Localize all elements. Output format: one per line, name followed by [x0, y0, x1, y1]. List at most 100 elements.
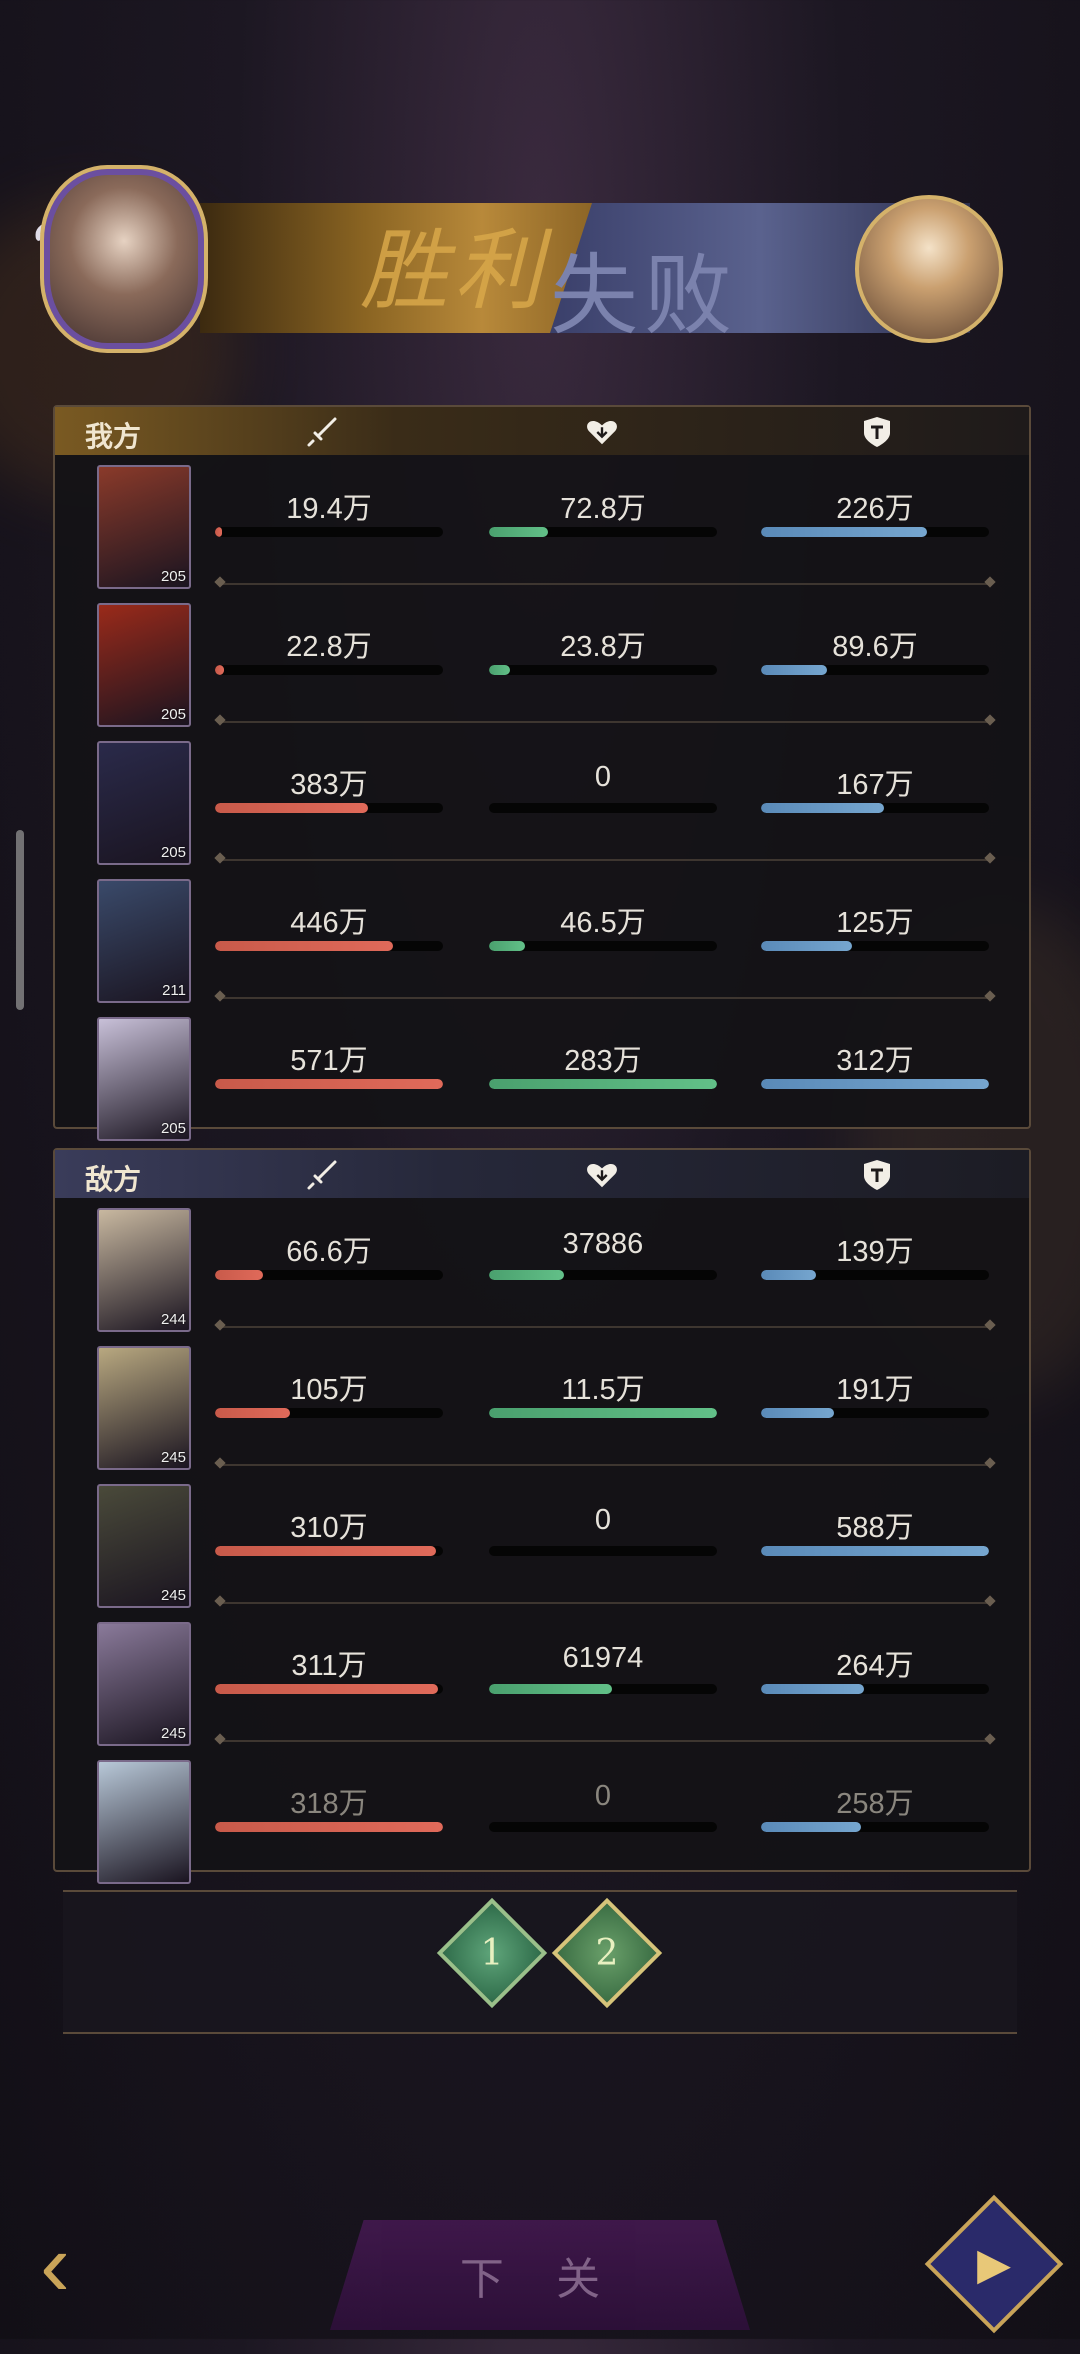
row-divider: [220, 997, 990, 999]
my-avatar[interactable]: [40, 165, 208, 353]
round-1-button[interactable]: 1: [436, 1897, 548, 2009]
attack-stat-bar-fill: [215, 1546, 437, 1556]
heal-stat-value: 0: [594, 1504, 612, 1536]
enemy-team-title: 敌方: [85, 1163, 142, 1196]
heal-stat-value: 0: [594, 761, 612, 793]
attack-stat-bar-fill: [215, 1270, 263, 1280]
attack-stat-bar: [215, 941, 443, 951]
row-divider: [220, 721, 990, 723]
heal-stat-bar-fill: [489, 527, 549, 537]
attack-stat-value: 66.6万: [286, 1236, 372, 1268]
attack-stat: 310万: [215, 1504, 443, 1556]
round-2-button[interactable]: 2: [551, 1897, 663, 2009]
attack-stat: 383万: [215, 761, 443, 813]
hero-portrait[interactable]: [97, 1760, 191, 1884]
defense-stat-bar-fill: [761, 1684, 864, 1694]
shield-icon: [860, 1158, 894, 1192]
hero-portrait[interactable]: 245: [97, 1346, 191, 1470]
defense-stat-bar-fill: [761, 941, 853, 951]
victory-label: 胜利: [360, 219, 549, 322]
heal-stat-bar-fill: [489, 665, 510, 675]
defense-stat-bar: [761, 1079, 989, 1089]
defense-stat: 125万: [761, 899, 989, 951]
sword-icon: [305, 1158, 339, 1192]
hero-portrait[interactable]: 245: [97, 1484, 191, 1608]
heal-stat-bar-fill: [489, 1684, 613, 1694]
heal-stat-bar: [489, 665, 717, 675]
replay-button[interactable]: ▶: [924, 2194, 1064, 2334]
heal-stat-bar: [489, 1079, 717, 1089]
hero-portrait[interactable]: 244: [97, 1208, 191, 1332]
replay-icon: ▶: [977, 2239, 1011, 2289]
enemy-avatar[interactable]: [855, 195, 1003, 343]
attack-stat-bar-fill: [215, 1079, 443, 1089]
stat-row[interactable]: 318万 0 258万: [55, 1750, 1029, 1888]
attack-stat: 311万: [215, 1642, 443, 1694]
defense-stat: 139万: [761, 1228, 989, 1280]
stat-row[interactable]: 245 310万 0 588万: [55, 1474, 1029, 1612]
stat-row[interactable]: 245 311万 61974 264万: [55, 1612, 1029, 1750]
defense-stat: 191万: [761, 1366, 989, 1418]
hero-portrait[interactable]: 205: [97, 465, 191, 589]
heal-stat-value: 23.8万: [560, 631, 646, 663]
hero-level: 244: [160, 1311, 186, 1328]
next-stage-button[interactable]: 下 关: [330, 2220, 750, 2330]
heart-icon: [585, 1158, 619, 1192]
my-team-title: 我方: [85, 420, 142, 453]
heal-stat: 46.5万: [489, 899, 717, 951]
attack-stat-bar: [215, 1546, 443, 1556]
hero-portrait[interactable]: 205: [97, 741, 191, 865]
row-divider: [220, 859, 990, 861]
defense-stat: 264万: [761, 1642, 989, 1694]
attack-stat-bar: [215, 1270, 443, 1280]
defense-stat-bar: [761, 1822, 989, 1832]
heal-stat-bar-fill: [489, 941, 526, 951]
stat-row[interactable]: 244 66.6万 37886 139万: [55, 1198, 1029, 1336]
hero-portrait[interactable]: 211: [97, 879, 191, 1003]
defense-stat-bar-fill: [761, 803, 885, 813]
defense-stat-value: 125万: [836, 907, 914, 939]
hero-level: 211: [162, 982, 186, 999]
heal-stat-bar: [489, 1684, 717, 1694]
hero-portrait[interactable]: 205: [97, 1017, 191, 1141]
stat-row[interactable]: 205 22.8万 23.8万 89.6万: [55, 593, 1029, 731]
heal-stat-bar: [489, 803, 717, 813]
defense-stat-bar-fill: [761, 1270, 816, 1280]
stat-row[interactable]: 205 383万 0 167万: [55, 731, 1029, 869]
back-arrow-icon[interactable]: ‹: [40, 2215, 160, 2315]
row-divider: [220, 583, 990, 585]
defense-stat-value: 139万: [836, 1236, 914, 1268]
stat-row[interactable]: 205 19.4万 72.8万 226万: [55, 455, 1029, 593]
heal-stat-bar-fill: [489, 1270, 565, 1280]
defense-stat: 89.6万: [761, 623, 989, 675]
attack-stat-value: 383万: [290, 769, 368, 801]
defense-stat: 312万: [761, 1037, 989, 1089]
attack-stat-value: 318万: [290, 1788, 368, 1820]
heal-stat-value: 37886: [562, 1228, 644, 1260]
stat-row[interactable]: 205 571万 283万 312万: [55, 1007, 1029, 1145]
heal-stat-value: 61974: [562, 1642, 644, 1674]
hero-portrait[interactable]: 245: [97, 1622, 191, 1746]
stat-row[interactable]: 245 105万 11.5万 191万: [55, 1336, 1029, 1474]
heal-stat: 61974: [489, 1642, 717, 1694]
enemy-team-header: 敌方: [55, 1150, 1029, 1198]
row-divider: [220, 1602, 990, 1604]
heal-stat-bar: [489, 941, 717, 951]
hero-level: 205: [160, 1120, 186, 1137]
defense-stat-bar: [761, 1684, 989, 1694]
row-divider: [220, 1740, 990, 1742]
heart-icon: [585, 415, 619, 449]
attack-stat: 66.6万: [215, 1228, 443, 1280]
hero-portrait[interactable]: 205: [97, 603, 191, 727]
attack-stat: 318万: [215, 1780, 443, 1832]
stat-row[interactable]: 211 446万 46.5万 125万: [55, 869, 1029, 1007]
attack-stat-bar: [215, 1684, 443, 1694]
heal-stat: 283万: [489, 1037, 717, 1089]
scroll-indicator[interactable]: [16, 830, 24, 1010]
heal-stat: 0: [489, 1780, 717, 1832]
attack-stat-value: 571万: [290, 1045, 368, 1077]
defense-stat: 258万: [761, 1780, 989, 1832]
defense-stat-bar-fill: [761, 1822, 862, 1832]
round-selector: 1 2: [63, 1890, 1017, 2034]
next-stage-label: 下 关: [459, 2255, 621, 2304]
